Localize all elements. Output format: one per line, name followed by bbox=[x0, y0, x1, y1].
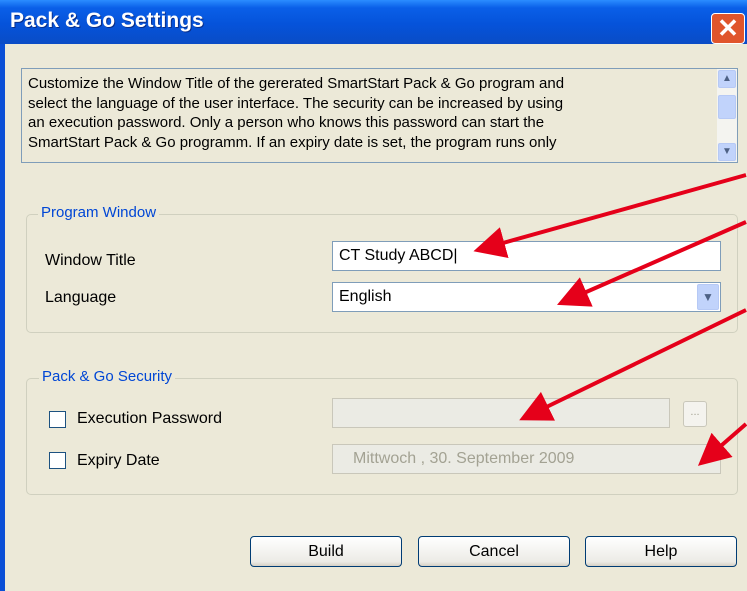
arrow-to-execution-password bbox=[519, 308, 747, 421]
arrow-to-expiry-date bbox=[697, 422, 747, 466]
annotation-arrows bbox=[473, 173, 747, 466]
arrow-to-language bbox=[557, 220, 747, 307]
